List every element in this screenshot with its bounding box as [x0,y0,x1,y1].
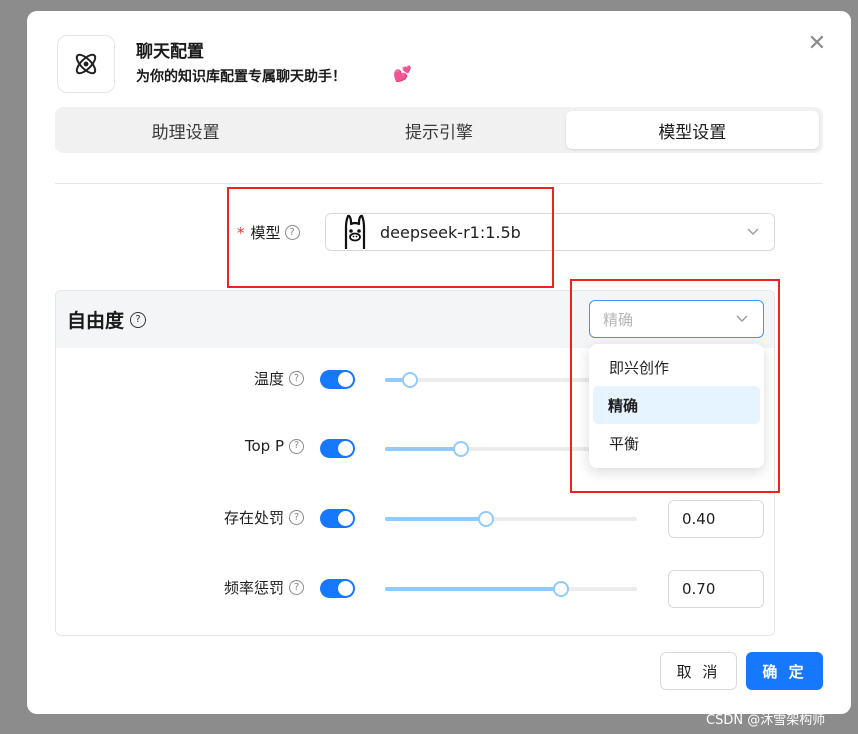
required-mark: * [237,223,245,242]
help-icon[interactable]: ? [289,438,304,454]
chat-config-modal: ✕ 聊天配置 为你的知识库配置专属聊天助手！ 💕 助理设置 提示引擎 模型设置 … [27,11,851,714]
help-icon[interactable]: ? [289,371,304,386]
settings-tabs: 助理设置 提示引擎 模型设置 [55,107,823,153]
cancel-button[interactable]: 取 消 [660,652,737,690]
param-toggle[interactable] [320,370,355,389]
freedom-mode-select[interactable]: 精确 [589,300,764,338]
tab-prompt-engine[interactable]: 提示引擎 [312,111,565,149]
param-label: Top P ? [245,437,304,455]
slider-fill [385,587,562,591]
slider-handle[interactable] [477,511,494,527]
dropdown-option-improv[interactable]: 即兴创作 [593,348,760,386]
dropdown-option-precise[interactable]: 精确 [593,386,760,424]
param-slider[interactable] [385,581,637,597]
slider-handle[interactable] [553,581,570,597]
help-icon[interactable]: ? [130,311,147,328]
modal-subtitle: 为你的知识库配置专属聊天助手！ [136,69,346,85]
param-label-text: 温度 [253,370,284,388]
model-label-text: 模型 [250,224,281,242]
model-select[interactable]: deepseek-r1:1.5b [325,213,775,251]
slider-handle[interactable] [402,372,419,388]
param-slider[interactable] [385,511,637,527]
model-select-value: deepseek-r1:1.5b [380,222,521,242]
watermark: CSDN @沐雪架构师 [706,713,826,728]
slider-handle[interactable] [452,441,469,457]
param-number-input[interactable]: 0.70 [668,570,764,608]
param-label: 频率惩罚 ? [224,577,304,598]
param-row-frequency-penalty: 频率惩罚 ? 0.70 [56,569,774,609]
param-label: 存在处罚 ? [224,507,304,528]
chevron-down-icon [736,315,748,322]
param-label-text: Top P [244,437,284,455]
freedom-title: 自由度 [67,310,125,332]
modal-title: 聊天配置 [136,42,204,62]
param-label-text: 频率惩罚 [223,579,284,597]
ollama-llama-icon [344,214,366,249]
freedom-mode-dropdown: 即兴创作 精确 平衡 [589,344,764,468]
param-label: 温度 ? [254,368,304,389]
param-toggle[interactable] [320,509,355,528]
divider [55,183,823,184]
help-icon[interactable]: ? [284,225,300,240]
freedom-mode-value: 精确 [603,310,634,329]
chevron-down-icon [747,228,759,235]
confirm-button[interactable]: 确 定 [746,652,823,690]
param-number-input[interactable]: 0.40 [668,500,764,538]
param-label-text: 存在处罚 [223,509,284,527]
help-icon[interactable]: ? [289,580,304,595]
model-label: * 模型 ? [237,222,300,243]
param-toggle[interactable] [320,439,355,458]
close-icon[interactable]: ✕ [806,33,828,55]
heart-emoji: 💕 [393,65,412,83]
dropdown-option-balanced[interactable]: 平衡 [593,424,760,462]
param-toggle[interactable] [320,579,355,598]
slider-fill [385,447,461,451]
atom-icon [57,35,115,93]
help-icon[interactable]: ? [289,510,304,525]
param-row-presence-penalty: 存在处罚 ? 0.40 [56,499,774,539]
tab-model-settings[interactable]: 模型设置 [565,111,819,149]
slider-fill [385,517,486,521]
tab-assistant-settings[interactable]: 助理设置 [59,111,312,149]
